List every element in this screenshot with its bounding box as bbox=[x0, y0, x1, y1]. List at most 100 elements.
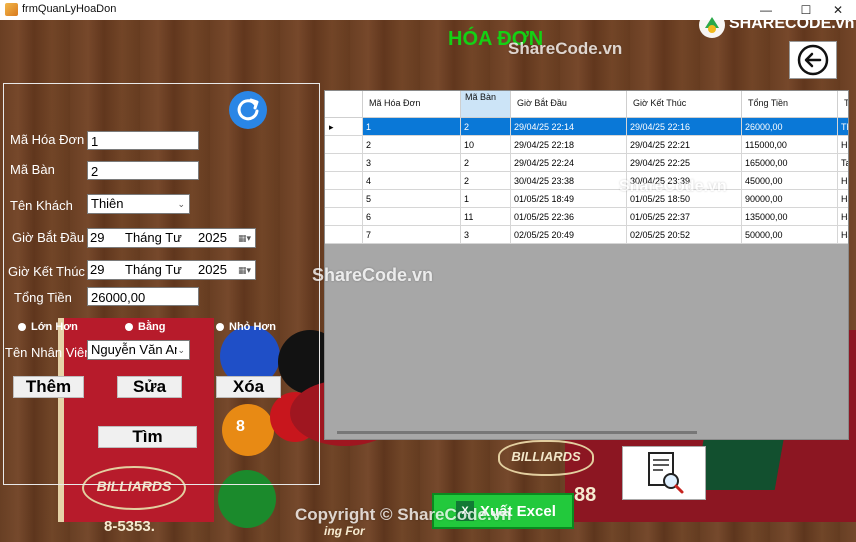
table-cell[interactable]: 6 bbox=[363, 208, 461, 226]
gio-ket-thuc-label: Giờ Kết Thúc bbox=[8, 264, 85, 279]
gio-ket-thuc-month: Tháng Tư bbox=[125, 262, 182, 277]
table-cell[interactable]: 165000,00 bbox=[742, 154, 838, 172]
row-header[interactable] bbox=[325, 172, 363, 190]
table-cell[interactable]: 45000,00 bbox=[742, 172, 838, 190]
table-cell[interactable]: 90000,00 bbox=[742, 190, 838, 208]
table-row[interactable]: ▸ 1 2 29/04/25 22:14 29/04/25 22:16 26000,00 T… bbox=[325, 118, 848, 136]
table-cell[interactable]: 10 bbox=[461, 136, 511, 154]
calendar-icon[interactable]: ▦▾ bbox=[238, 261, 251, 279]
ten-khach-value: Thiên bbox=[91, 196, 124, 211]
radio-bang[interactable]: Bằng bbox=[125, 321, 166, 333]
table-cell[interactable]: 02/05/25 20:52 bbox=[627, 226, 742, 244]
table-row[interactable]: 5101/05/25 18:4901/05/25 18:5090000,00Ha bbox=[325, 190, 848, 208]
table-cell[interactable]: 1 bbox=[363, 118, 461, 136]
radio-nho-hon[interactable]: Nhỏ Hơn bbox=[216, 321, 276, 333]
table-cell[interactable]: 2 bbox=[461, 154, 511, 172]
table-cell[interactable]: 29/04/25 22:25 bbox=[627, 154, 742, 172]
column-header-tong-tien[interactable]: Tổng Tiền bbox=[742, 91, 838, 118]
radio-lon-hon[interactable]: Lớn Hơn bbox=[18, 321, 78, 333]
table-cell[interactable]: 01/05/25 22:36 bbox=[511, 208, 627, 226]
table-cell[interactable]: Ha bbox=[838, 190, 848, 208]
table-cell[interactable]: Th bbox=[838, 118, 848, 136]
table-cell[interactable]: 2 bbox=[363, 136, 461, 154]
billiards-badge-right: BILLIARDS bbox=[498, 440, 594, 476]
table-cell[interactable]: 11 bbox=[461, 208, 511, 226]
table-cell[interactable]: 3 bbox=[363, 154, 461, 172]
table-cell[interactable]: 01/05/25 18:49 bbox=[511, 190, 627, 208]
table-cell[interactable]: 7 bbox=[363, 226, 461, 244]
tim-button[interactable]: Tìm bbox=[98, 426, 197, 448]
column-header-gio-bat-dau[interactable]: Giờ Bắt Đầu bbox=[511, 91, 627, 118]
ten-khach-label: Tên Khách bbox=[10, 198, 73, 213]
column-header-truncated[interactable]: T bbox=[838, 91, 848, 118]
gio-bat-dau-picker[interactable]: 29 Tháng Tư 2025 ▦▾ bbox=[87, 228, 256, 248]
table-cell[interactable]: 2 bbox=[461, 172, 511, 190]
ten-nhan-vien-select[interactable]: Nguyễn Văn An ⌄ bbox=[87, 340, 190, 360]
table-cell[interactable]: 29/04/25 22:16 bbox=[627, 118, 742, 136]
table-cell[interactable]: 26000,00 bbox=[742, 118, 838, 136]
table-cell[interactable]: 29/04/25 22:24 bbox=[511, 154, 627, 172]
watermark-bottom: Copyright © ShareCode.vn bbox=[295, 505, 512, 524]
table-cell[interactable]: 4 bbox=[363, 172, 461, 190]
ma-hoa-don-label: Mã Hóa Đơn bbox=[10, 132, 85, 147]
table-cell[interactable]: Ta bbox=[838, 154, 848, 172]
them-button[interactable]: Thêm bbox=[13, 376, 84, 398]
table-cell[interactable]: 50000,00 bbox=[742, 226, 838, 244]
ten-nhan-vien-label: Tên Nhân Viên bbox=[5, 345, 92, 360]
xoa-button[interactable]: Xóa bbox=[216, 376, 281, 398]
sharecode-logo: SHARECODE.vn bbox=[697, 10, 854, 40]
row-header[interactable] bbox=[325, 190, 363, 208]
table-row[interactable]: 3 2 29/04/25 22:24 29/04/25 22:25 165000,00 T… bbox=[325, 154, 848, 172]
decor-phone: 8-5353. bbox=[104, 518, 155, 535]
table-cell[interactable]: 02/05/25 20:49 bbox=[511, 226, 627, 244]
tong-tien-input[interactable]: 26000,00 bbox=[87, 287, 199, 306]
table-cell[interactable]: 3 bbox=[461, 226, 511, 244]
table-cell[interactable]: 115000,00 bbox=[742, 136, 838, 154]
gio-ket-thuc-picker[interactable]: 29 Tháng Tư 2025 ▦▾ bbox=[87, 260, 256, 280]
tong-tien-label: Tổng Tiền bbox=[14, 290, 72, 305]
refresh-button[interactable] bbox=[229, 91, 267, 129]
logo-text: SHARECODE.vn bbox=[729, 15, 855, 32]
table-cell[interactable]: 30/04/25 23:38 bbox=[511, 172, 627, 190]
table-cell[interactable]: 5 bbox=[363, 190, 461, 208]
calendar-icon[interactable]: ▦▾ bbox=[238, 229, 251, 247]
gio-ket-thuc-day: 29 bbox=[90, 262, 105, 277]
column-header-gio-ket-thuc[interactable]: Giờ Kết Thúc bbox=[627, 91, 742, 118]
table-row[interactable]: 6 11 01/05/25 22:36 01/05/25 22:37 135000,00… bbox=[325, 208, 848, 226]
table-cell[interactable]: 1 bbox=[461, 190, 511, 208]
document-search-icon bbox=[648, 452, 684, 494]
back-button[interactable] bbox=[789, 41, 837, 79]
radio-dot-icon bbox=[125, 323, 133, 332]
table-cell[interactable]: Hu bbox=[838, 172, 848, 190]
report-search-button[interactable] bbox=[622, 446, 706, 500]
ten-khach-select[interactable]: Thiên ⌄ bbox=[87, 194, 190, 214]
ma-hoa-don-input[interactable]: 1 bbox=[87, 131, 199, 150]
table-cell[interactable]: 29/04/25 22:21 bbox=[627, 136, 742, 154]
row-header[interactable] bbox=[325, 226, 363, 244]
table-cell[interactable]: 29/04/25 22:18 bbox=[511, 136, 627, 154]
table-cell[interactable]: 29/04/25 22:14 bbox=[511, 118, 627, 136]
sua-button[interactable]: Sửa bbox=[117, 376, 182, 398]
row-header[interactable] bbox=[325, 154, 363, 172]
table-cell[interactable]: Hu bbox=[838, 136, 848, 154]
horizontal-scrollbar[interactable] bbox=[337, 431, 697, 434]
column-header-ma-ban[interactable]: Mã Bàn bbox=[461, 91, 511, 118]
table-row[interactable]: 4230/04/25 23:3830/04/25 23:3945000,00Hu bbox=[325, 172, 848, 190]
table-cell[interactable]: Ha bbox=[838, 226, 848, 244]
arrow-left-circle-icon bbox=[797, 44, 829, 76]
table-cell[interactable]: 135000,00 bbox=[742, 208, 838, 226]
app-icon bbox=[5, 3, 18, 16]
table-cell[interactable]: 2 bbox=[461, 118, 511, 136]
row-header[interactable] bbox=[325, 208, 363, 226]
table-cell[interactable]: Ha bbox=[838, 208, 848, 226]
gio-bat-dau-month: Tháng Tư bbox=[125, 230, 182, 245]
ma-ban-input[interactable]: 2 bbox=[87, 161, 199, 180]
row-header[interactable] bbox=[325, 136, 363, 154]
window-title: frmQuanLyHoaDon bbox=[22, 3, 117, 15]
table-row[interactable]: 2 10 29/04/25 22:18 29/04/25 22:21 115000,00… bbox=[325, 136, 848, 154]
table-cell[interactable]: 01/05/25 22:37 bbox=[627, 208, 742, 226]
table-row[interactable]: 7302/05/25 20:4902/05/25 20:5250000,00Ha bbox=[325, 226, 848, 244]
column-header-ma-hoa-don[interactable]: Mã Hóa Đơn bbox=[363, 91, 461, 118]
row-header[interactable]: ▸ bbox=[325, 118, 363, 136]
chevron-down-icon: ⌄ bbox=[177, 199, 185, 209]
